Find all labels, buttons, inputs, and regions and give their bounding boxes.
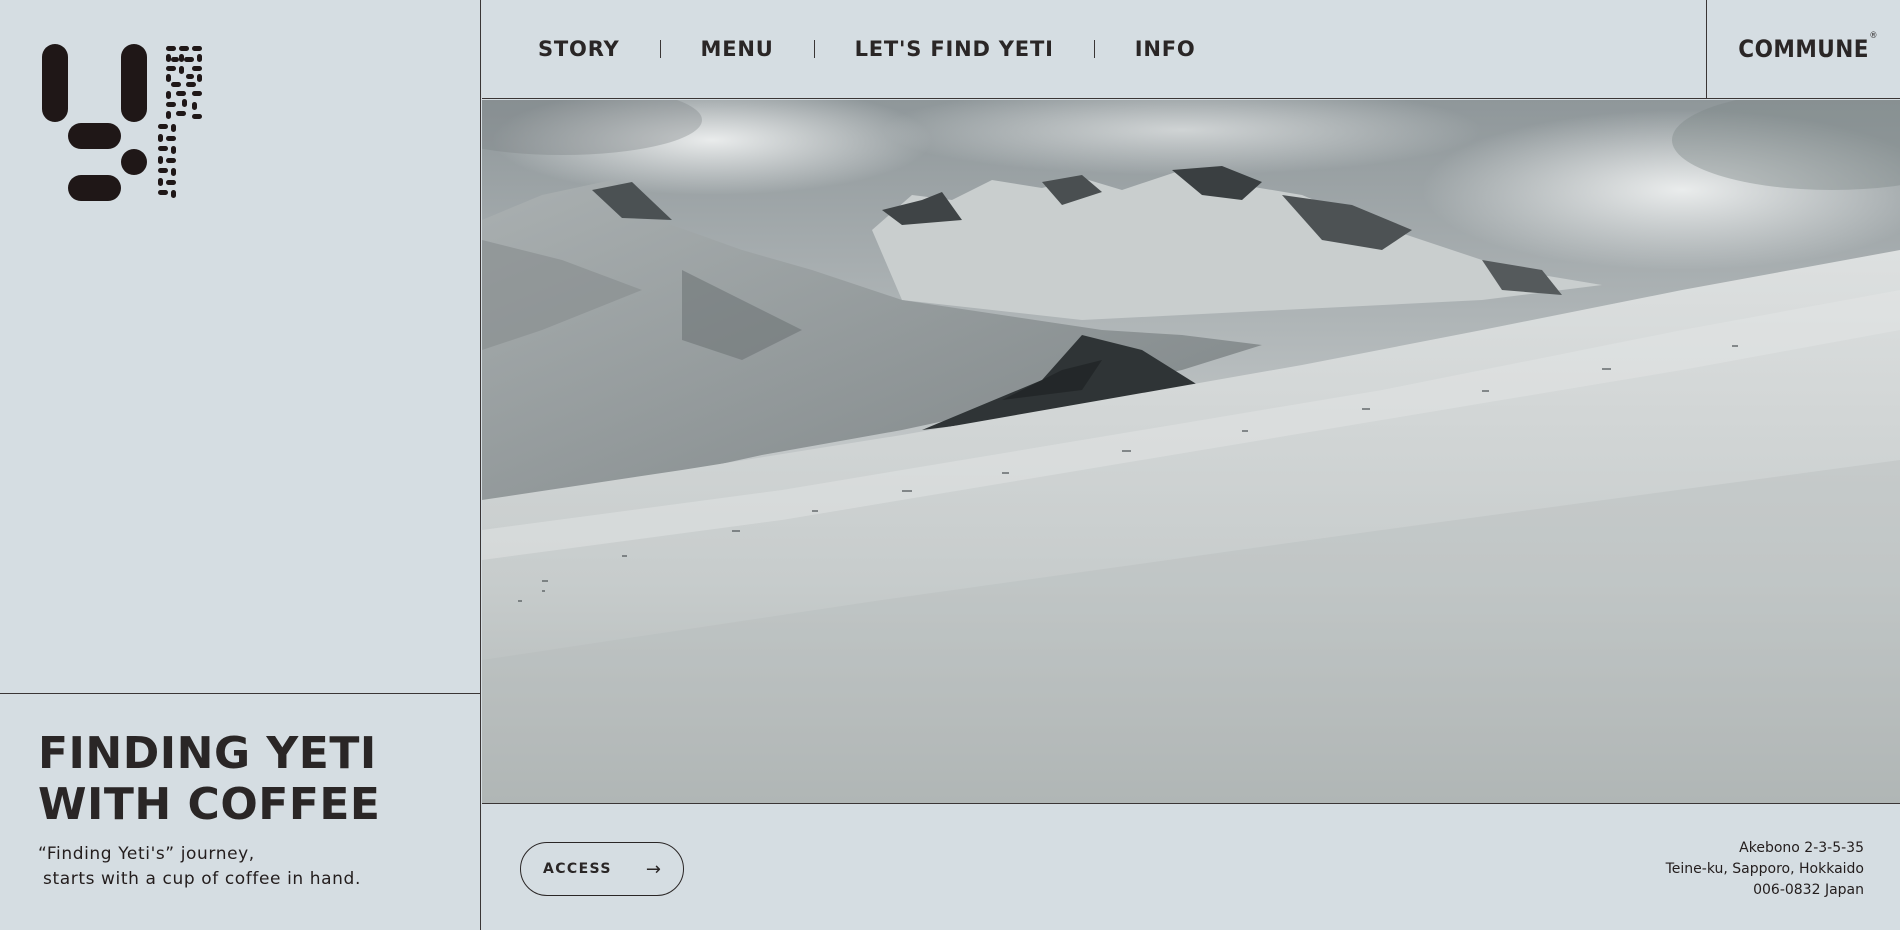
top-navigation: STORY MENU LET'S FIND YETI INFO bbox=[482, 0, 1706, 99]
hero-title-line-1: FINDING YETI bbox=[38, 728, 377, 779]
hero-image-snow-mountains bbox=[482, 100, 1900, 803]
address-block: Akebono 2-3-5-35 Teine-ku, Sapporo, Hokk… bbox=[1666, 838, 1864, 901]
address-line-2: Teine-ku, Sapporo, Hokkaido bbox=[1665, 861, 1864, 877]
nav-item-menu[interactable]: MENU bbox=[701, 37, 774, 61]
nav-separator bbox=[659, 40, 661, 58]
left-panel: FINDING YETI WITH COFFEE “Finding Yeti's… bbox=[0, 0, 481, 930]
logo-graphic bbox=[42, 44, 202, 201]
hero-title-line-2: WITH COFFEE bbox=[38, 779, 381, 830]
hero-title: FINDING YETI WITH COFFEE bbox=[38, 728, 468, 830]
hero-tagline: “Finding Yeti's” journey, starts with a … bbox=[38, 842, 468, 892]
tagline-line-2: starts with a cup of coffee in hand. bbox=[43, 869, 361, 889]
left-panel-divider bbox=[0, 693, 481, 694]
nav-separator bbox=[1093, 40, 1095, 58]
access-label: ACCESS bbox=[543, 861, 612, 877]
nav-item-story[interactable]: STORY bbox=[538, 37, 620, 61]
address-line-1: Akebono 2-3-5-35 bbox=[1739, 840, 1864, 856]
brand-wordmark: COMMUNE ® bbox=[1738, 31, 1877, 63]
brand-name: COMMUNE bbox=[1738, 35, 1869, 63]
nav-separator bbox=[813, 40, 815, 58]
hero-landscape-graphic bbox=[482, 100, 1900, 803]
nav-item-info[interactable]: INFO bbox=[1135, 37, 1196, 61]
brand-logo-link[interactable]: COMMUNE ® bbox=[1706, 0, 1900, 99]
address-line-3: 006-0832 Japan bbox=[1753, 882, 1864, 898]
nav-item-lets-find-yeti[interactable]: LET'S FIND YETI bbox=[855, 37, 1054, 61]
access-button[interactable]: ACCESS → bbox=[520, 842, 684, 896]
bottom-bar: ACCESS → Akebono 2-3-5-35 Teine-ku, Sapp… bbox=[482, 803, 1900, 930]
registered-mark: ® bbox=[1869, 31, 1878, 41]
tagline-line-1: “Finding Yeti's” journey, bbox=[38, 844, 255, 864]
arrow-right-icon: → bbox=[645, 858, 661, 880]
yeti-coffee-logo-icon[interactable] bbox=[42, 44, 232, 204]
